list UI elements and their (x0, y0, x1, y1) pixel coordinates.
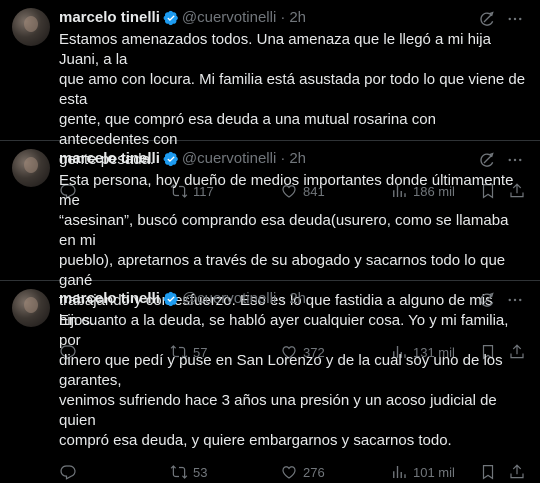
timestamp[interactable]: 2h (289, 149, 306, 169)
tweet[interactable]: marcelo tinelli @cuervotinelli · 2h Esta… (0, 141, 540, 281)
heart-icon (280, 463, 298, 481)
tweet-header-actions (478, 151, 524, 169)
tweet-text-line: dinero que pedí y puse en San Lorenzo y … (59, 352, 503, 389)
tweet-text-line: compró esa deuda, y quiere embargarnos y… (59, 432, 452, 449)
reply-button[interactable] (59, 463, 77, 481)
like-button[interactable]: 276 (280, 463, 325, 481)
author-handle[interactable]: @cuervotinelli (182, 149, 276, 169)
tweet-text-line: venimos sufriendo hace 3 años una presió… (59, 392, 497, 429)
bookmark-button[interactable] (479, 463, 497, 481)
author-name[interactable]: marcelo tinelli (59, 149, 160, 169)
verified-badge-icon (163, 151, 179, 167)
tweet[interactable]: marcelo tinelli @cuervotinelli · 2h Esta… (0, 0, 540, 141)
views-icon (390, 463, 408, 481)
reply-icon (59, 463, 77, 481)
author-name[interactable]: marcelo tinelli (59, 289, 160, 309)
grok-icon[interactable] (478, 151, 496, 169)
verified-badge-icon (163, 10, 179, 26)
views-button[interactable]: 101 mil (390, 463, 455, 481)
author-name[interactable]: marcelo tinelli (59, 8, 160, 28)
tweet-header: marcelo tinelli @cuervotinelli · 2h (59, 289, 528, 309)
tweet-header: marcelo tinelli @cuervotinelli · 2h (59, 149, 528, 169)
tweet[interactable]: marcelo tinelli @cuervotinelli · 2h En c… (0, 281, 540, 427)
tweet-actions: 53 276 101 mil (59, 463, 528, 483)
grok-icon[interactable] (478, 10, 496, 28)
share-button[interactable] (508, 463, 526, 481)
tweet-text-line: En cuanto a la deuda, se habló ayer cual… (59, 312, 509, 349)
author-handle[interactable]: @cuervotinelli (182, 289, 276, 309)
bookmark-icon (479, 463, 497, 481)
separator-dot: · (280, 9, 286, 26)
tweet-text-line: Estamos amenazados todos. Una amenaza qu… (59, 31, 491, 68)
timestamp[interactable]: 2h (289, 289, 306, 309)
avatar[interactable] (12, 8, 50, 46)
verified-badge-icon (163, 291, 179, 307)
tweet-header-actions (478, 10, 524, 28)
separator-dot: · (280, 290, 286, 307)
retweet-count: 53 (193, 464, 208, 480)
tweet-text: En cuanto a la deuda, se habló ayer cual… (59, 311, 529, 451)
avatar[interactable] (12, 289, 50, 327)
retweet-button[interactable]: 53 (170, 463, 207, 481)
share-icon (508, 463, 526, 481)
views-count: 101 mil (413, 464, 455, 480)
author-handle[interactable]: @cuervotinelli (182, 8, 276, 28)
tweet-header-actions (478, 291, 524, 309)
grok-icon[interactable] (478, 291, 496, 309)
separator-dot: · (280, 150, 286, 167)
tweet-text-line: que amo con locura. Mi familia está asus… (59, 71, 526, 108)
avatar[interactable] (12, 149, 50, 187)
tweet-text-line: Esta persona, hoy dueño de medios import… (59, 172, 514, 209)
tweet-header: marcelo tinelli @cuervotinelli · 2h (59, 8, 528, 28)
like-count: 276 (303, 464, 325, 480)
timestamp[interactable]: 2h (289, 8, 306, 28)
tweet-text-line: “asesinan”, buscó comprando esa deuda(us… (59, 212, 509, 249)
more-options-icon[interactable] (506, 151, 524, 169)
more-options-icon[interactable] (506, 10, 524, 28)
more-options-icon[interactable] (506, 291, 524, 309)
retweet-icon (170, 463, 188, 481)
